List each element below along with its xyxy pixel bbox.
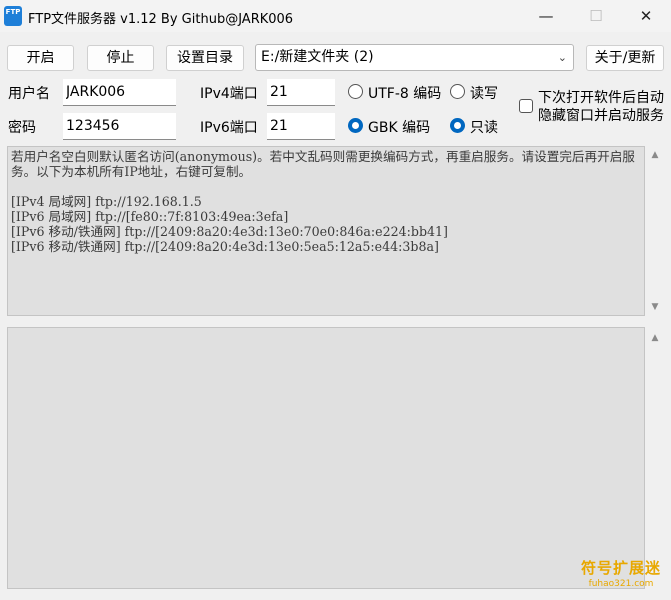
app-icon: FTP (4, 6, 22, 26)
username-label: 用户名 (8, 86, 50, 102)
info-textarea[interactable]: 若用户名空白则默认匿名访问(anonymous)。若中文乱码则需更换编码方式，再… (7, 146, 645, 316)
set-directory-button[interactable]: 设置目录 (166, 45, 244, 71)
about-update-button[interactable]: 关于/更新 (586, 45, 664, 71)
watermark-line1: 符号扩展迷 (580, 559, 661, 577)
window-title: FTP文件服务器 v1.12 By Github@JARK006 (28, 12, 294, 27)
scroll-down-arrow-icon[interactable]: ▼ (648, 302, 662, 312)
auto-start-checkbox[interactable] (519, 99, 533, 113)
ipv6-port-input[interactable] (267, 113, 335, 140)
info-text[interactable]: 若用户名空白则默认匿名访问(anonymous)。若中文乱码则需更换编码方式，再… (11, 149, 641, 254)
auto-start-label-line1: 下次打开软件后自动 (538, 90, 664, 106)
minimize-button[interactable]: — (523, 0, 569, 32)
directory-value: E:/新建文件夹 (2) (261, 49, 374, 65)
auto-start-label[interactable]: 下次打开软件后自动 隐藏窗口并启动服务 (538, 89, 664, 125)
password-label: 密码 (8, 120, 36, 136)
app-icon-text: FTP (5, 8, 21, 16)
maximize-button[interactable]: ☐ (573, 0, 619, 32)
ipv4-port-label: IPv4端口 (200, 86, 258, 102)
chevron-down-icon: ⌄ (557, 51, 567, 64)
password-input[interactable] (63, 113, 176, 140)
gbk-encoding-label[interactable]: GBK 编码 (368, 117, 430, 137)
title-bar: FTP FTP文件服务器 v1.12 By Github@JARK006 — ☐… (0, 0, 671, 32)
ipv4-port-input[interactable] (267, 79, 335, 106)
auto-start-label-line2: 隐藏窗口并启动服务 (538, 108, 664, 124)
utf8-encoding-label[interactable]: UTF-8 编码 (368, 83, 441, 103)
log-textarea[interactable] (7, 327, 645, 589)
directory-select[interactable]: E:/新建文件夹 (2) ⌄ (255, 44, 574, 71)
scroll-up-arrow-icon[interactable]: ▲ (648, 150, 662, 160)
read-only-label[interactable]: 只读 (470, 117, 498, 137)
watermark: 符号扩展迷 fuhao321.com (581, 560, 661, 592)
username-input[interactable] (63, 79, 176, 106)
read-write-radio[interactable] (450, 84, 465, 99)
stop-button[interactable]: 停止 (87, 45, 154, 71)
utf8-encoding-radio[interactable] (348, 84, 363, 99)
read-write-label[interactable]: 读写 (470, 83, 498, 103)
watermark-line2: fuhao321.com (588, 579, 654, 589)
gbk-encoding-radio[interactable] (348, 118, 363, 133)
log-scroll-up-arrow-icon[interactable]: ▲ (648, 333, 662, 343)
close-button[interactable]: ✕ (623, 0, 669, 32)
start-button[interactable]: 开启 (7, 45, 74, 71)
read-only-radio[interactable] (450, 118, 465, 133)
ipv6-port-label: IPv6端口 (200, 120, 258, 136)
